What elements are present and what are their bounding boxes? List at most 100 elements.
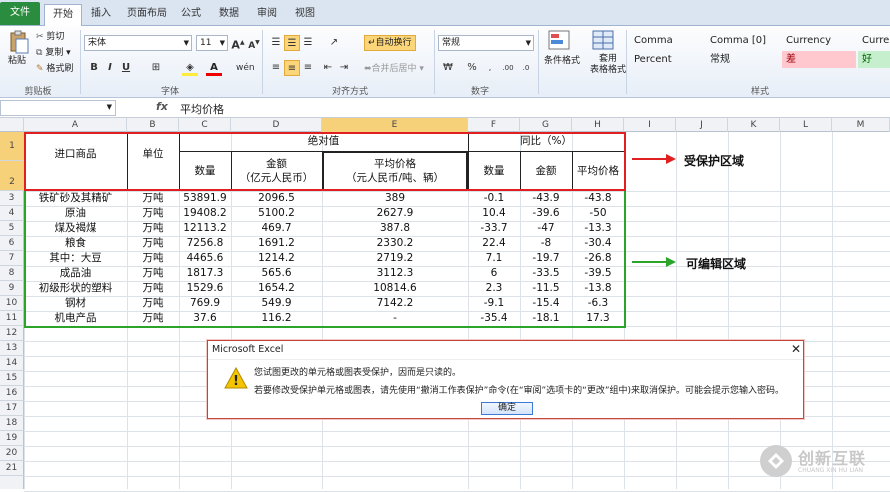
column-header[interactable]: M [832, 118, 890, 132]
name-box[interactable]: ▼ [0, 100, 116, 116]
style-comma-0[interactable]: Comma [0] [706, 32, 782, 49]
column-header[interactable]: C [179, 118, 231, 132]
column-header[interactable]: L [780, 118, 832, 132]
format-painter-button[interactable]: ✎ 格式刷 [36, 62, 73, 76]
bold-button[interactable]: B [86, 60, 102, 76]
comma-style-icon[interactable]: , [482, 60, 498, 76]
column-header[interactable]: D [231, 118, 322, 132]
close-icon[interactable]: ✕ [788, 341, 804, 357]
row-header[interactable]: 6 [0, 236, 24, 251]
currency-format-icon[interactable]: ₩ [440, 60, 456, 76]
align-right-icon[interactable]: ≡ [300, 60, 316, 76]
column-header[interactable]: F [468, 118, 520, 132]
row-header[interactable]: 10 [0, 296, 24, 311]
style-normal[interactable]: 常规 [706, 51, 782, 68]
row-header[interactable]: 8 [0, 266, 24, 281]
group-label-styles: 样式 [750, 87, 769, 97]
align-center-icon[interactable]: ≡ [284, 60, 300, 76]
ok-button[interactable]: 确定 [481, 402, 533, 415]
row-header[interactable]: 19 [0, 431, 24, 446]
italic-button[interactable]: I [102, 60, 118, 76]
font-name-select[interactable]: 宋体 ▼ [84, 35, 192, 51]
style-good[interactable]: 好 [858, 51, 890, 68]
tab-home[interactable]: 开始 [44, 4, 82, 27]
conditional-format-icon[interactable] [548, 30, 572, 57]
fill-color-icon[interactable]: ◈ [182, 60, 198, 76]
column-header[interactable]: E [322, 118, 468, 132]
shrink-font-button[interactable]: A▼ [246, 35, 262, 51]
tab-file[interactable]: 文件 [0, 2, 40, 25]
column-header[interactable]: K [728, 118, 780, 132]
table-format-button[interactable]: 套用 表格格式 [590, 54, 626, 76]
row-header[interactable]: 5 [0, 221, 24, 236]
style-currency-0[interactable]: Curren [858, 32, 890, 49]
decrease-indent-icon[interactable]: ⇤ [320, 60, 336, 76]
increase-indent-icon[interactable]: ⇥ [336, 60, 352, 76]
select-all-corner[interactable] [0, 118, 24, 132]
column-header[interactable]: B [127, 118, 179, 132]
style-bad[interactable]: 差 [782, 51, 856, 68]
paste-button[interactable]: 粘贴 [8, 54, 26, 68]
number-format-select[interactable]: 常规 ▼ [438, 35, 534, 51]
tab-formulas[interactable]: 公式 [176, 4, 206, 26]
style-comma[interactable]: Comma [630, 32, 706, 49]
decrease-decimal-icon[interactable]: .0 [518, 60, 534, 76]
row-header[interactable]: 1 [0, 132, 24, 161]
dialog-message-1: 您试图更改的单元格或图表受保护，因而是只读的。 [254, 368, 462, 378]
style-currency[interactable]: Currency [782, 32, 858, 49]
dialog-title: Microsoft Excel [212, 344, 284, 355]
conditional-format-button[interactable]: 条件格式 [544, 54, 580, 68]
align-left-icon[interactable]: ≡ [268, 60, 284, 76]
column-header[interactable]: I [624, 118, 676, 132]
logo-text: 创新互联 [798, 449, 867, 468]
phonetic-icon[interactable]: wén [236, 60, 255, 76]
tab-data[interactable]: 数据 [214, 4, 244, 26]
paste-icon[interactable] [8, 30, 32, 54]
tab-view[interactable]: 视图 [290, 4, 320, 26]
editable-area-box [24, 191, 626, 328]
copy-button[interactable]: ⧉ 复制 ▾ [36, 46, 71, 60]
percent-icon[interactable]: % [464, 60, 480, 76]
wrap-text-button[interactable]: ↵自动换行 [364, 35, 416, 51]
row-header[interactable]: 13 [0, 341, 24, 356]
tab-review[interactable]: 审阅 [252, 4, 282, 26]
column-header[interactable]: G [520, 118, 572, 132]
border-icon[interactable]: ⊞ [148, 60, 164, 76]
align-top-icon[interactable]: ☰ [268, 35, 284, 51]
tab-insert[interactable]: 插入 [86, 4, 116, 26]
table-format-icon[interactable] [592, 30, 616, 57]
orientation-icon[interactable]: ↗ [326, 35, 342, 51]
row-header[interactable]: 21 [0, 461, 24, 476]
brush-icon: ✎ [36, 64, 44, 74]
row-header[interactable]: 14 [0, 356, 24, 371]
column-header[interactable]: J [676, 118, 728, 132]
underline-button[interactable]: U [118, 60, 134, 76]
row-header[interactable]: 17 [0, 401, 24, 416]
column-header[interactable]: H [572, 118, 624, 132]
row-header[interactable]: 2 [0, 161, 24, 191]
row-header[interactable]: 11 [0, 311, 24, 326]
row-header[interactable]: 3 [0, 191, 24, 206]
formula-input[interactable]: 平均价格 [180, 101, 224, 117]
fx-icon[interactable]: fx [156, 100, 168, 113]
cut-button[interactable]: ✂ 剪切 [36, 30, 64, 44]
row-header[interactable]: 15 [0, 371, 24, 386]
row-header[interactable]: 16 [0, 386, 24, 401]
align-middle-icon[interactable]: ☰ [284, 35, 300, 51]
row-header[interactable]: 4 [0, 206, 24, 221]
editable-area-label: 可编辑区域 [686, 257, 747, 271]
row-header[interactable]: 7 [0, 251, 24, 266]
row-header[interactable]: 20 [0, 446, 24, 461]
row-header[interactable]: 18 [0, 416, 24, 431]
column-header[interactable]: A [24, 118, 127, 132]
font-color-icon[interactable]: A [206, 60, 222, 76]
font-size-select[interactable]: 11 ▼ [196, 35, 228, 51]
merge-center-button[interactable]: ⬌合并后居中 ▾ [364, 62, 424, 76]
tab-page-layout[interactable]: 页面布局 [122, 4, 172, 26]
increase-decimal-icon[interactable]: .00 [500, 60, 516, 76]
style-percent[interactable]: Percent [630, 51, 706, 68]
align-bottom-icon[interactable]: ☰ [300, 35, 316, 51]
row-header[interactable]: 12 [0, 326, 24, 341]
row-header[interactable]: 9 [0, 281, 24, 296]
grow-font-button[interactable]: A▲ [230, 35, 246, 52]
